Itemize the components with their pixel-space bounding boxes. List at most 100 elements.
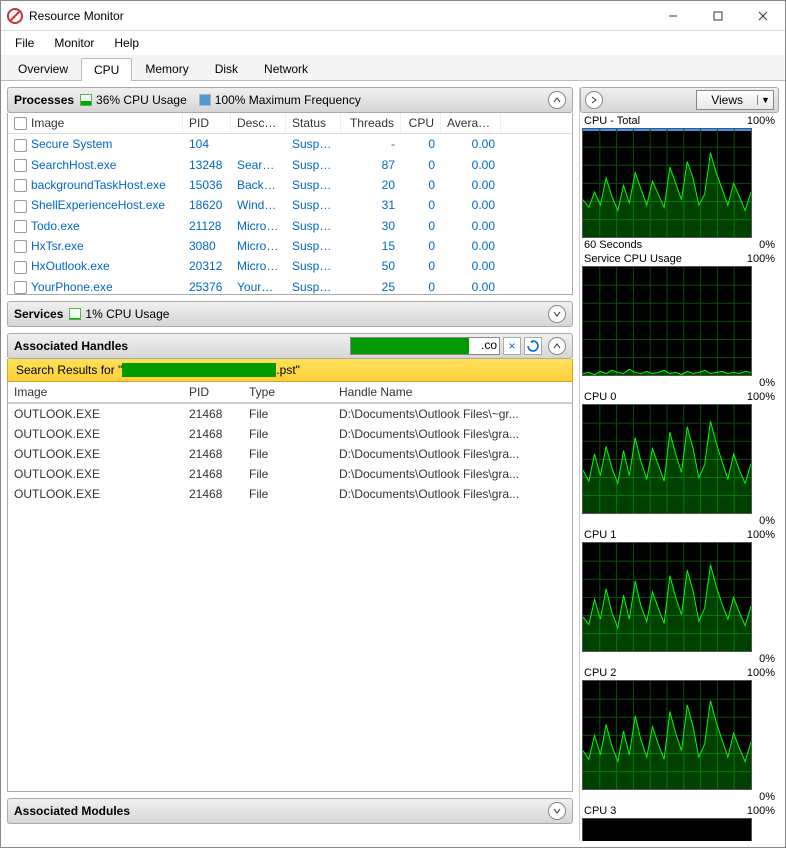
menu-help[interactable]: Help <box>106 34 147 52</box>
search-results-prefix: Search Results for " <box>16 363 122 377</box>
graph-bot-right: 0% <box>759 377 775 389</box>
graph-bot-right: 0% <box>759 515 775 527</box>
handles-search-refresh-button[interactable] <box>524 337 542 355</box>
processes-title: Processes <box>14 93 74 107</box>
graph-block: CPU 0100%0% <box>582 391 777 527</box>
services-header[interactable]: Services 1% CPU Usage <box>7 301 573 327</box>
services-cpu-usage: 1% CPU Usage <box>85 307 169 321</box>
hcol-pid[interactable]: PID <box>183 382 243 403</box>
process-checkbox[interactable] <box>14 159 27 172</box>
views-label: Views <box>697 93 757 107</box>
handles-search-clear-button[interactable]: × <box>503 337 521 355</box>
handles-title: Associated Handles <box>14 339 128 353</box>
handle-row[interactable]: OUTLOOK.EXE21468FileD:\Documents\Outlook… <box>8 484 572 504</box>
graph-bot-right: 0% <box>759 653 775 665</box>
graph-title: CPU - Total <box>584 115 640 127</box>
chevron-down-icon: ▼ <box>757 95 773 105</box>
tab-disk[interactable]: Disk <box>202 57 251 80</box>
process-checkbox[interactable] <box>14 179 27 192</box>
minimize-button[interactable] <box>650 1 695 31</box>
graph-bot-right: 0% <box>759 239 775 251</box>
graph-canvas <box>582 128 752 238</box>
graph-canvas <box>582 266 752 376</box>
col-avg[interactable]: Averag... <box>441 113 501 133</box>
views-button[interactable]: Views ▼ <box>696 90 774 110</box>
checkbox-all[interactable] <box>14 117 27 130</box>
processes-collapse-button[interactable] <box>548 91 566 109</box>
col-pid[interactable]: PID <box>183 113 231 133</box>
app-icon <box>7 8 23 24</box>
handle-row[interactable]: OUTLOOK.EXE21468FileD:\Documents\Outlook… <box>8 424 572 444</box>
graph-bot-right: 0% <box>759 791 775 803</box>
col-status[interactable]: Status <box>286 113 341 133</box>
processes-cpu-usage: 36% CPU Usage <box>96 93 187 107</box>
col-threads[interactable]: Threads <box>341 113 401 133</box>
titlebar: Resource Monitor <box>1 1 785 31</box>
graph-block: Service CPU Usage100%0% <box>582 253 777 389</box>
process-checkbox[interactable] <box>14 281 27 294</box>
handles-collapse-button[interactable] <box>548 337 566 355</box>
col-image[interactable]: Image <box>31 116 64 130</box>
process-row[interactable]: SearchHost.exe13248Search...Suspe...8700… <box>8 155 572 175</box>
graph-top-right: 100% <box>747 115 775 127</box>
tab-memory[interactable]: Memory <box>132 57 201 80</box>
process-row[interactable]: HxTsr.exe3080Micros...Suspe...1500.00 <box>8 236 572 256</box>
processes-header[interactable]: Processes 36% CPU Usage 100% Maximum Fre… <box>7 87 573 113</box>
tab-network[interactable]: Network <box>251 57 321 80</box>
menu-monitor[interactable]: Monitor <box>46 34 102 52</box>
modules-title: Associated Modules <box>14 804 130 818</box>
graph-block: CPU - Total100%60 Seconds0% <box>582 115 777 251</box>
processes-max-freq: 100% Maximum Frequency <box>215 93 361 107</box>
graph-canvas <box>582 818 752 841</box>
graphs-header: Views ▼ <box>580 87 779 113</box>
graph-block: CPU 1 100% 0% <box>582 529 777 665</box>
window-title: Resource Monitor <box>29 9 650 23</box>
process-row[interactable]: YourPhone.exe25376YourPh...Suspe...2500.… <box>8 277 572 295</box>
process-row[interactable]: backgroundTaskHost.exe15036Backgr...Susp… <box>8 175 572 195</box>
graph-top-right: 100% <box>747 805 775 817</box>
hcol-image[interactable]: Image <box>8 382 183 403</box>
graph-block: CPU 2 100% 0% <box>582 667 777 803</box>
handles-header[interactable]: Associated Handles .co × <box>7 333 573 359</box>
tab-overview[interactable]: Overview <box>5 57 81 80</box>
tab-cpu[interactable]: CPU <box>81 58 132 81</box>
handle-row[interactable]: OUTLOOK.EXE21468FileD:\Documents\Outlook… <box>8 464 572 484</box>
handle-row[interactable]: OUTLOOK.EXE21468FileD:\Documents\Outlook… <box>8 404 572 424</box>
handle-row[interactable]: OUTLOOK.EXE21468FileD:\Documents\Outlook… <box>8 444 572 464</box>
graph-title: CPU 3 <box>584 805 616 817</box>
graph-top-right: 100% <box>747 667 775 679</box>
graph-top-right: 100% <box>747 253 775 265</box>
process-checkbox[interactable] <box>14 200 27 213</box>
process-checkbox[interactable] <box>14 139 27 152</box>
handles-table: Image PID Type Handle Name OUTLOOK.EXE21… <box>7 382 573 792</box>
process-row[interactable]: ShellExperienceHost.exe18620Windo...Susp… <box>8 195 572 215</box>
process-row[interactable]: Todo.exe21128Micros...Suspe...3000.00 <box>8 216 572 236</box>
hcol-type[interactable]: Type <box>243 382 333 403</box>
graphs-nav-button[interactable] <box>585 91 603 109</box>
col-desc[interactable]: Descrip... <box>231 113 286 133</box>
services-expand-button[interactable] <box>548 305 566 323</box>
graph-title: CPU 0 <box>584 391 616 403</box>
services-title: Services <box>14 307 63 321</box>
process-row[interactable]: Secure System104Suspe...-00.00 <box>8 134 572 154</box>
process-checkbox[interactable] <box>14 261 27 274</box>
graph-canvas <box>582 680 752 790</box>
close-button[interactable] <box>740 1 785 31</box>
tabstrip: Overview CPU Memory Disk Network <box>1 55 785 81</box>
modules-header[interactable]: Associated Modules <box>7 798 573 824</box>
graph-block: CPU 3 100% <box>582 805 777 841</box>
modules-expand-button[interactable] <box>548 802 566 820</box>
process-checkbox[interactable] <box>14 240 27 253</box>
graph-title: CPU 2 <box>584 667 616 679</box>
graph-canvas <box>582 542 752 652</box>
maximize-button[interactable] <box>695 1 740 31</box>
col-cpu[interactable]: CPU <box>401 113 441 133</box>
hcol-name[interactable]: Handle Name <box>333 382 572 403</box>
graph-top-right: 100% <box>747 529 775 541</box>
process-checkbox[interactable] <box>14 220 27 233</box>
menu-file[interactable]: File <box>7 34 42 52</box>
graph-title: CPU 1 <box>584 529 616 541</box>
process-row[interactable]: HxOutlook.exe20312Micros...Suspe...5000.… <box>8 256 572 276</box>
menubar: File Monitor Help <box>1 31 785 55</box>
processes-table: Image PID Descrip... Status Threads CPU … <box>7 113 573 295</box>
